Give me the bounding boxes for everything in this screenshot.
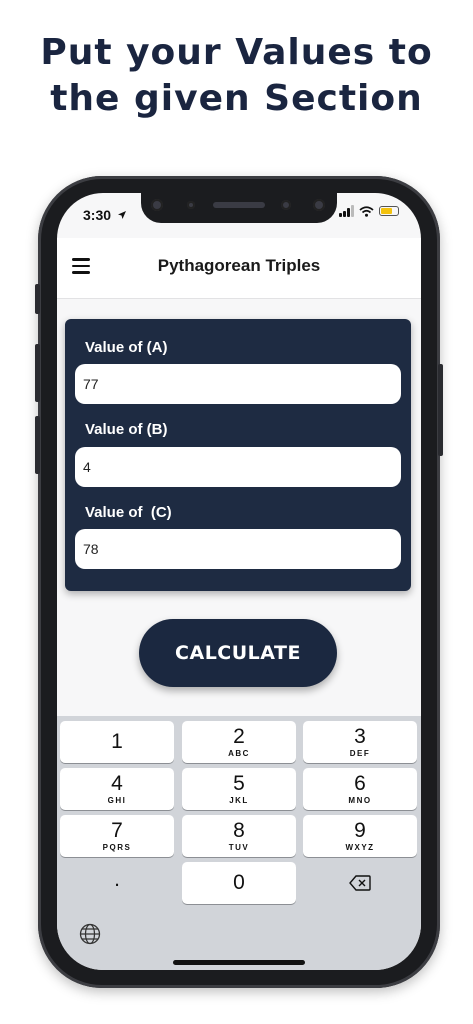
battery-fill [381, 208, 393, 214]
key-digit: 4 [111, 772, 123, 795]
cellular-signal-icon [339, 205, 354, 217]
backspace-icon [349, 875, 371, 891]
field-label-a: Value of (A) [85, 339, 168, 356]
battery-icon [379, 206, 399, 216]
key-letters: JKL [229, 796, 249, 805]
volume-down-button [35, 416, 40, 474]
globe-icon[interactable] [79, 923, 101, 945]
status-time: 3:30 [83, 207, 127, 223]
wifi-icon [359, 205, 374, 217]
app-title: Pythagorean Triples [157, 256, 321, 275]
sensor-icon [281, 200, 291, 210]
key-7[interactable]: 7 PQRS [60, 815, 174, 857]
home-indicator[interactable] [173, 960, 305, 965]
key-2[interactable]: 2 ABC [182, 721, 296, 763]
headline: Put your Values to the given Section [0, 30, 473, 122]
field-label-c: Value of (C) [85, 504, 172, 521]
key-digit: 1 [111, 730, 123, 753]
sensor-icon [151, 199, 163, 211]
key-letters: WXYZ [345, 843, 375, 852]
notch [141, 193, 337, 223]
key-digit: 0 [233, 871, 245, 894]
key-digit: . [114, 868, 120, 891]
app-bar: Pythagorean Triples [57, 238, 421, 299]
calculate-button[interactable]: CALCULATE [139, 619, 337, 687]
key-8[interactable]: 8 TUV [182, 815, 296, 857]
delete-key[interactable] [303, 862, 417, 904]
value-c-input[interactable] [75, 529, 401, 569]
key-3[interactable]: 3 DEF [303, 721, 417, 763]
key-5[interactable]: 5 JKL [182, 768, 296, 810]
key-letters: TUV [228, 843, 250, 852]
key-digit: 5 [233, 772, 245, 795]
key-digit: 3 [354, 725, 366, 748]
field-label-b: Value of (B) [85, 421, 168, 438]
headline-line-1: Put your Values to [40, 32, 433, 73]
key-letters: ABC [228, 749, 250, 758]
front-camera-icon [313, 199, 325, 211]
key-9[interactable]: 9 WXYZ [303, 815, 417, 857]
sensor-icon [187, 201, 195, 209]
key-digit: 2 [233, 725, 245, 748]
power-button [438, 364, 443, 456]
phone-screen: 3:30 Pythagorean Triples Value of (A) 77… [57, 193, 421, 970]
speaker-grille [213, 202, 265, 208]
volume-up-button [35, 344, 40, 402]
headline-line-2: the given Section [50, 78, 423, 119]
status-time-text: 3:30 [83, 207, 112, 223]
value-b-input[interactable] [75, 447, 401, 487]
key-digit: 8 [233, 819, 245, 842]
numeric-keyboard: 1 2 ABC 3 DEF 4 GHI 5 JKL 6 MNO 7 PQRS 8… [57, 716, 421, 970]
mute-switch [35, 284, 40, 314]
key-digit: 6 [354, 772, 366, 795]
key-letters: DEF [349, 749, 371, 758]
key-1[interactable]: 1 [60, 721, 174, 763]
key-0[interactable]: 0 [182, 862, 296, 904]
key-digit: 7 [111, 819, 123, 842]
value-a-input[interactable] [75, 364, 401, 404]
key-letters: PQRS [102, 843, 132, 852]
key-6[interactable]: 6 MNO [303, 768, 417, 810]
key-4[interactable]: 4 GHI [60, 768, 174, 810]
status-icons [339, 205, 399, 217]
input-card: Value of (A) Value of (B) Value of (C) [65, 319, 411, 591]
key-letters: MNO [348, 796, 372, 805]
key-letters: GHI [107, 796, 127, 805]
location-arrow-icon [117, 211, 126, 219]
key-decimal[interactable]: . [60, 862, 174, 904]
key-digit: 9 [354, 819, 366, 842]
phone-frame: 3:30 Pythagorean Triples Value of (A) 77… [35, 176, 443, 988]
